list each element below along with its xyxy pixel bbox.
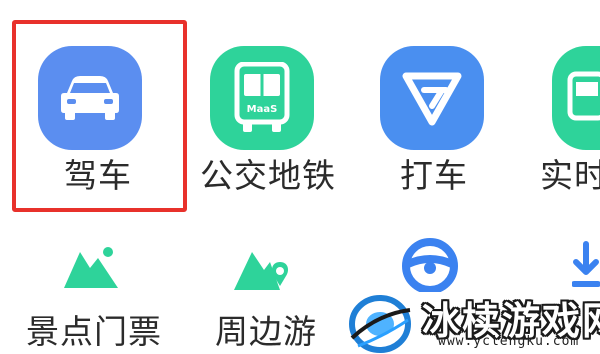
bus-app-icon[interactable]: MaaS bbox=[210, 46, 314, 150]
bus-icon-text: MaaS bbox=[247, 104, 278, 115]
taxi-app-icon[interactable] bbox=[380, 46, 484, 150]
tile-scenic-label: 景点门票 bbox=[26, 312, 162, 351]
tile-nearby-label: 周边游 bbox=[215, 312, 317, 351]
watermark: 冰椟游戏网 www.yclengku.com bbox=[348, 290, 600, 354]
watermark-url: www.yclengku.com bbox=[438, 334, 580, 349]
drive-app-icon[interactable] bbox=[38, 46, 142, 150]
taxi-logo-icon bbox=[402, 72, 462, 126]
realtime-app-icon[interactable] bbox=[552, 46, 600, 150]
tile-taxi-label: 打车 bbox=[400, 156, 468, 195]
mountain-pin-icon bbox=[234, 252, 288, 290]
tile-realtime-label: 实时 bbox=[540, 156, 600, 195]
watermark-logo-icon bbox=[349, 295, 411, 353]
steering-wheel-icon bbox=[402, 238, 458, 292]
bus-icon: MaaS bbox=[234, 62, 290, 132]
mountain-icon bbox=[64, 247, 118, 288]
car-icon bbox=[61, 76, 119, 120]
app-grid-screen: 驾车 MaaS 公交地铁 打车 实时 景点门票 周边游 冰椟游戏 www.ycl… bbox=[0, 0, 600, 354]
tile-bus-label: 公交地铁 bbox=[200, 156, 336, 195]
realtime-bus-icon bbox=[567, 71, 600, 121]
download-icon bbox=[572, 241, 600, 287]
tile-drive-label: 驾车 bbox=[64, 156, 132, 195]
